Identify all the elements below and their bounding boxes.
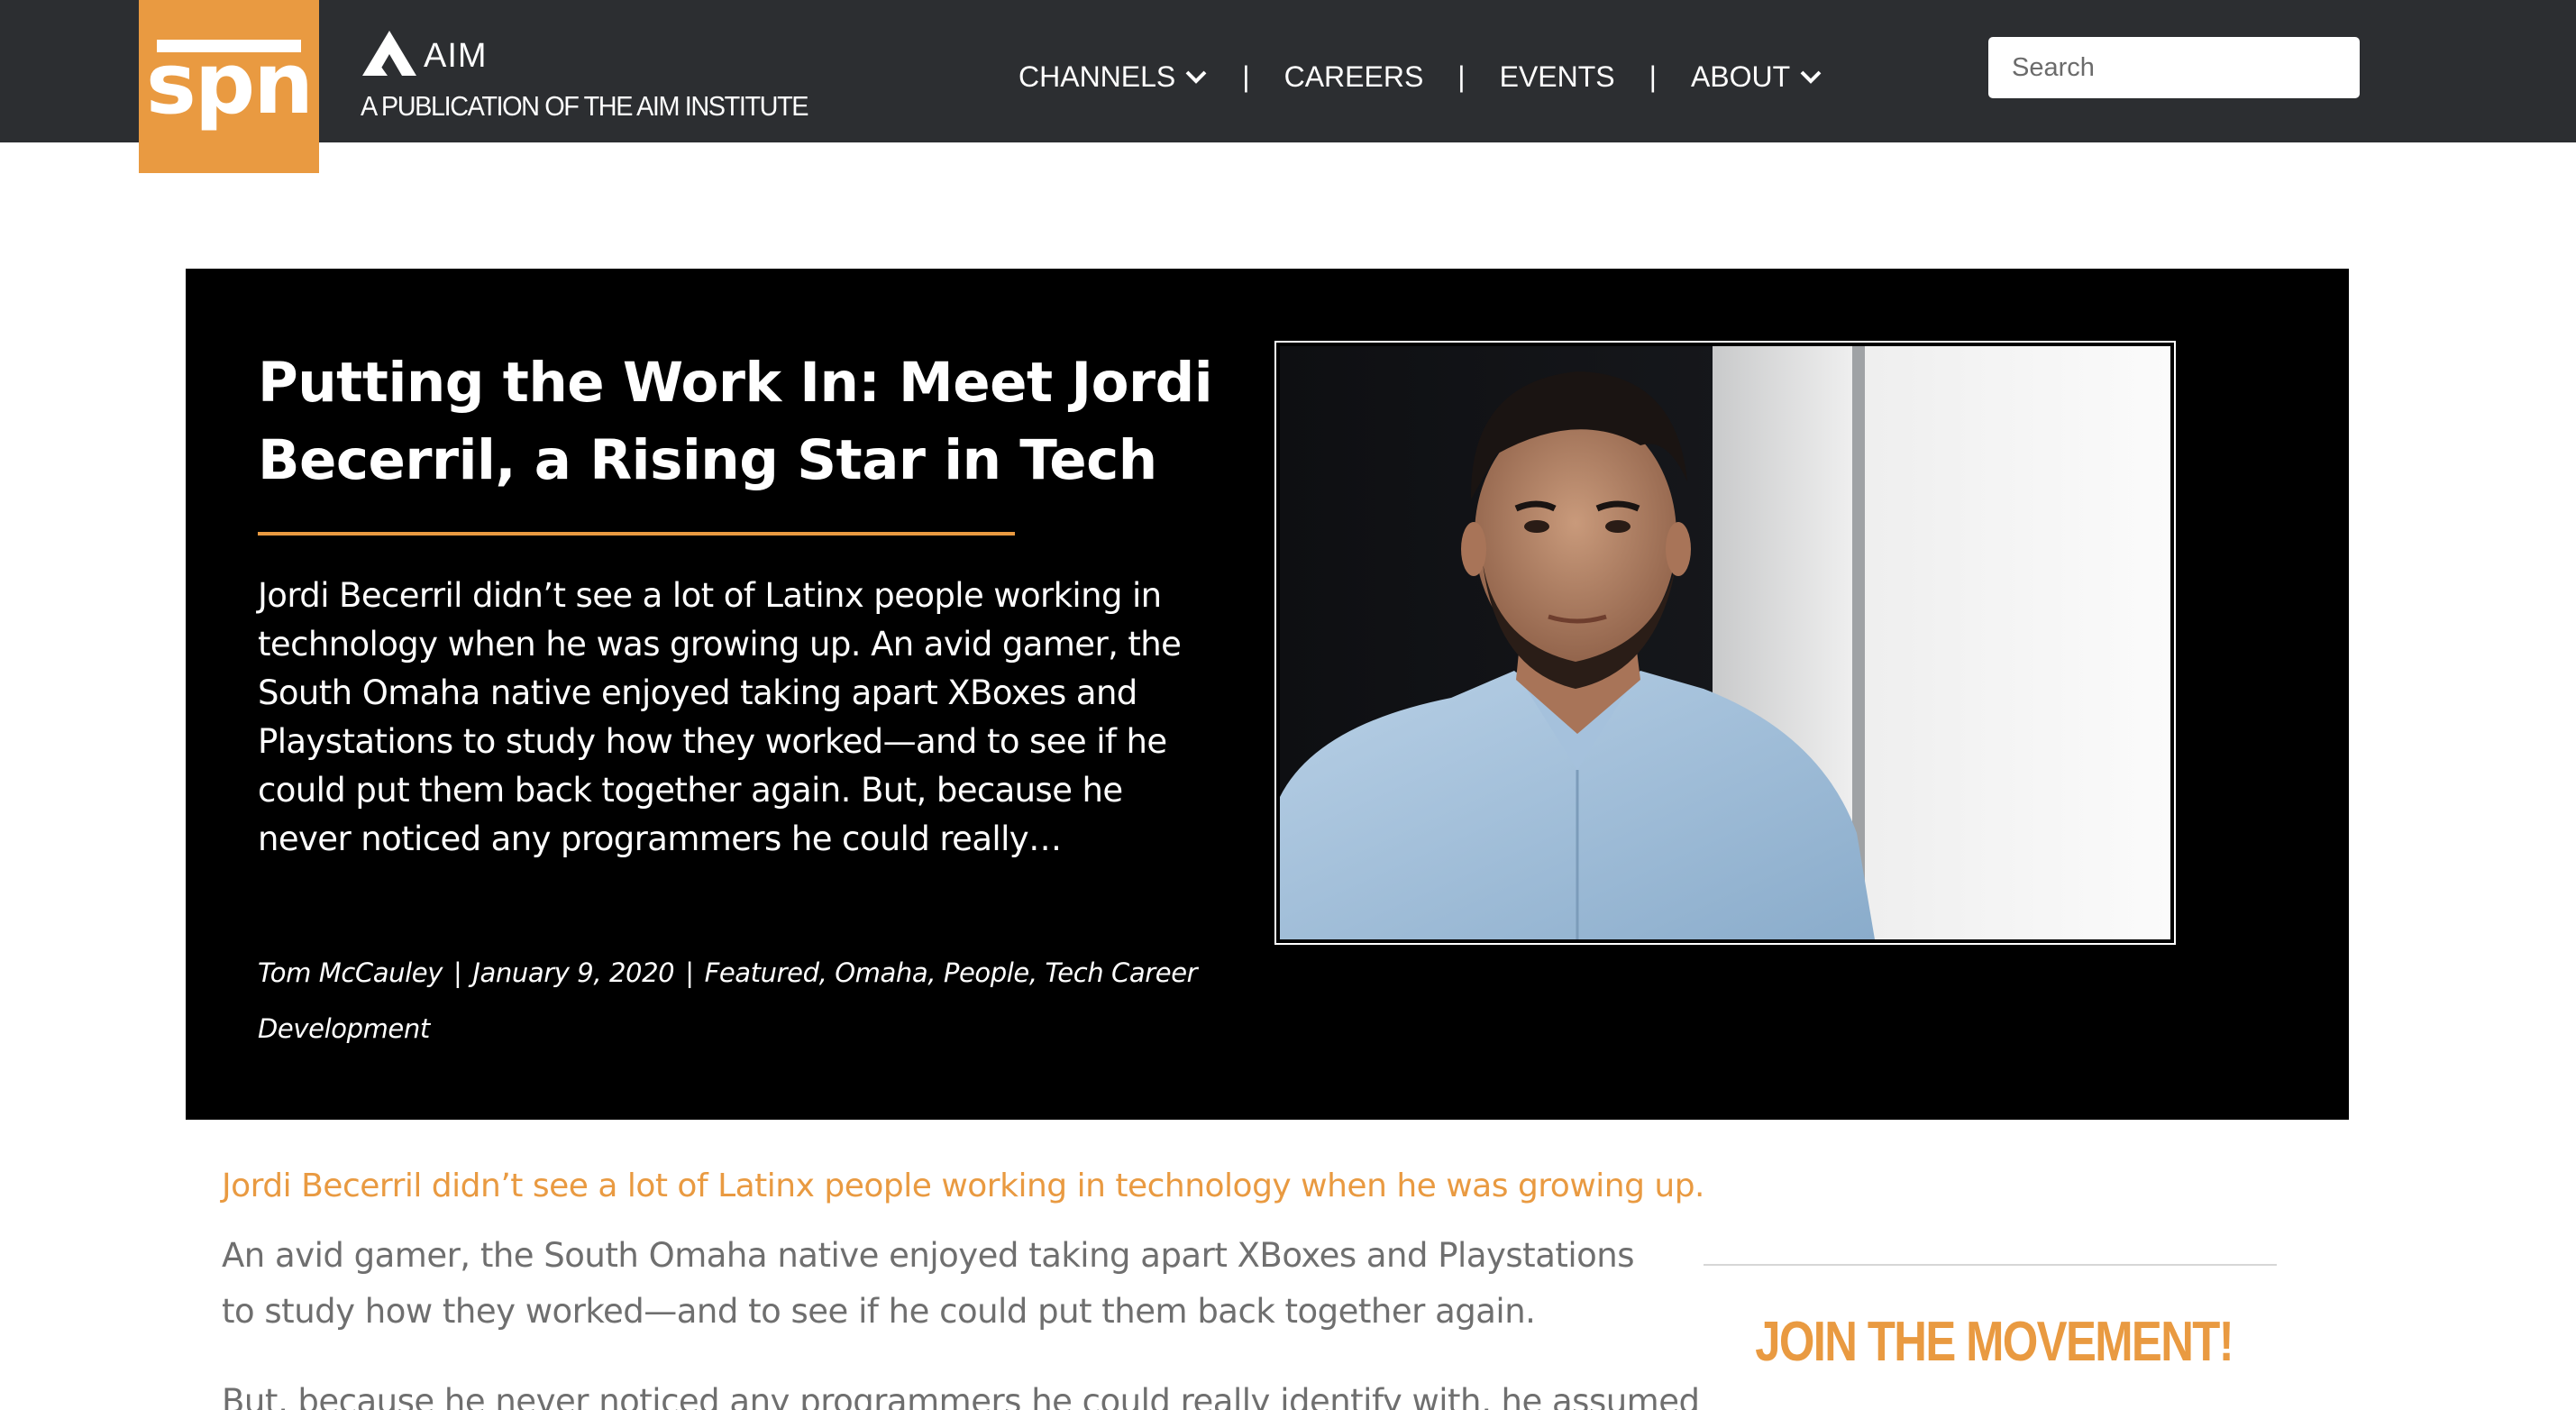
- nav-about[interactable]: ABOUT: [1691, 60, 1822, 94]
- join-movement-heading: JOIN THE MOVEMENT!: [1755, 1311, 2233, 1373]
- article-paragraph: An avid gamer, the South Omaha native en…: [222, 1236, 1635, 1331]
- featured-article-hero: Putting the Work In: Meet Jordi Becerril…: [186, 269, 2349, 1120]
- nav-separator: |: [1457, 60, 1466, 93]
- hero-photo-frame[interactable]: [1274, 341, 2176, 945]
- nav-careers-label: CAREERS: [1283, 60, 1424, 93]
- site-header: spn AIM A PUBLICATION OF THE AIM INSTITU…: [0, 0, 2576, 173]
- category-link[interactable]: Featured: [705, 957, 819, 988]
- category-link[interactable]: Omaha: [835, 957, 927, 988]
- meta-separator: |: [685, 957, 694, 988]
- nav-careers[interactable]: CAREERS: [1284, 60, 1424, 94]
- nav-channels[interactable]: CHANNELS: [1019, 60, 1208, 94]
- nav-separator: |: [1649, 60, 1657, 93]
- category-comma: ,: [818, 957, 836, 988]
- logo-text: spn: [145, 35, 314, 133]
- chevron-down-icon: [1799, 69, 1822, 85]
- category-link[interactable]: People: [944, 957, 1029, 988]
- aim-logo-icon: [362, 31, 416, 76]
- author-link[interactable]: Tom McCauley: [258, 957, 443, 988]
- article-title[interactable]: Putting the Work In: Meet Jordi Becerril…: [258, 344, 1213, 499]
- nav-channels-label: CHANNELS: [1019, 60, 1176, 93]
- nav-events-label: EVENTS: [1499, 60, 1615, 93]
- portrait-photo-icon: [1280, 346, 2170, 939]
- nav-events[interactable]: EVENTS: [1500, 60, 1615, 94]
- chevron-down-icon: [1184, 69, 1208, 85]
- category-comma: ,: [1028, 957, 1046, 988]
- meta-separator: |: [452, 957, 462, 988]
- search-input[interactable]: [1988, 37, 2360, 98]
- main-nav: CHANNELS | CAREERS | EVENTS | ABOUT: [1019, 54, 1822, 99]
- article-excerpt: Jordi Becerril didn’t see a lot of Latin…: [258, 576, 1182, 858]
- article-meta: Tom McCauley | January 9, 2020 | Featured, O…: [258, 945, 1231, 1057]
- nav-about-label: ABOUT: [1690, 60, 1791, 93]
- spn-logo[interactable]: spn: [139, 0, 319, 173]
- publication-tagline: A PUBLICATION OF THE AIM INSTITUTE: [361, 90, 809, 122]
- article-paragraph: But, because he never noticed any progra…: [222, 1382, 1700, 1410]
- aim-wordmark: AIM: [424, 37, 488, 75]
- publish-date: January 9, 2020: [472, 957, 675, 988]
- category-comma: ,: [927, 957, 944, 988]
- nav-separator: |: [1242, 60, 1250, 93]
- aim-publication-block[interactable]: AIM A PUBLICATION OF THE AIM INSTITUTE: [361, 27, 809, 128]
- sidebar-divider: [1704, 1264, 2277, 1266]
- title-divider: [258, 532, 1015, 536]
- article-lead: Jordi Becerril didn’t see a lot of Latin…: [222, 1167, 1705, 1204]
